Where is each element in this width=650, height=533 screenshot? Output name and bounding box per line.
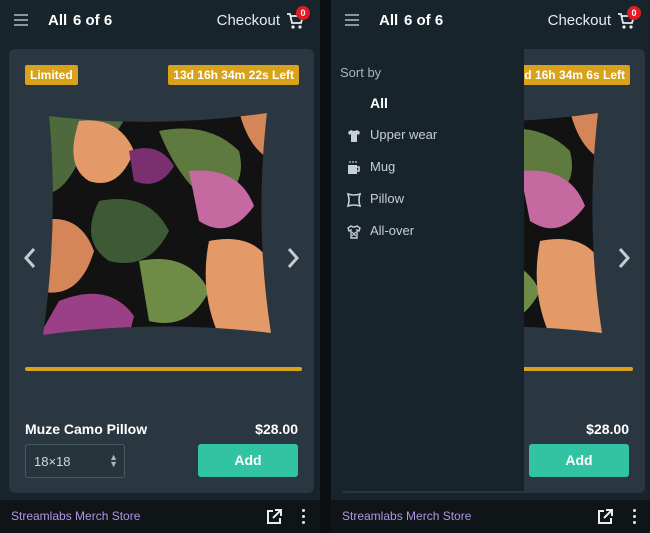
store-panel-left: All 6 of 6 Checkout 0 Limited 13d 16h 34…: [0, 0, 320, 533]
panel-divider: [320, 0, 331, 533]
size-select-value: 18×18: [34, 454, 71, 469]
sort-item-all[interactable]: All: [346, 93, 516, 115]
add-to-cart-button[interactable]: Add: [198, 444, 298, 477]
timer-progress-bar: [25, 367, 302, 371]
item-count: 6 of 6: [404, 12, 444, 29]
countdown-badge: 3d 16h 34m 6s Left: [512, 65, 630, 85]
checkout-link[interactable]: Checkout: [217, 12, 280, 29]
sort-item-label: All: [370, 95, 388, 111]
next-image-arrow-icon[interactable]: [615, 246, 633, 270]
sort-drawer: Sort by All Upper wear Mug Pillow All-ov…: [331, 42, 524, 491]
footer-bar: Streamlabs Merch Store: [331, 500, 650, 533]
product-card: Limited 13d 16h 34m 22s Left Muze Camo P…: [9, 49, 314, 493]
hamburger-menu-icon[interactable]: [345, 14, 359, 26]
sort-item-pillow[interactable]: Pillow: [346, 189, 516, 211]
previous-image-arrow-icon[interactable]: [21, 246, 39, 270]
store-panel-right: All 6 of 6 Checkout 0 3d 16h 34m 6s Left: [331, 0, 650, 533]
external-link-icon[interactable]: [266, 509, 282, 525]
more-options-icon[interactable]: [300, 509, 306, 525]
checkout-link[interactable]: Checkout: [548, 12, 611, 29]
footer-bar: Streamlabs Merch Store: [0, 500, 320, 533]
mug-icon: [348, 161, 360, 174]
sort-item-label: Pillow: [370, 191, 404, 206]
next-image-arrow-icon[interactable]: [284, 246, 302, 270]
item-count: 6 of 6: [73, 12, 113, 29]
cart-count-badge: 0: [296, 6, 310, 20]
product-image: [43, 113, 271, 335]
top-bar: All 6 of 6 Checkout 0: [331, 0, 650, 42]
sort-item-label: Mug: [370, 159, 396, 174]
select-caret-icon: ▲ ▼: [109, 452, 118, 469]
product-name: Muze Camo Pillow: [25, 421, 148, 437]
allover-shirt-icon: [347, 225, 361, 239]
store-title-link[interactable]: Streamlabs Merch Store: [342, 509, 471, 523]
countdown-badge: 13d 16h 34m 22s Left: [168, 65, 299, 85]
product-price: $28.00: [255, 421, 298, 437]
sort-item-mug[interactable]: Mug: [346, 157, 516, 179]
category-title: All: [379, 12, 399, 29]
hamburger-menu-icon[interactable]: [14, 14, 28, 26]
more-options-icon[interactable]: [631, 509, 637, 525]
sort-item-all-over[interactable]: All-over: [346, 221, 516, 243]
limited-badge: Limited: [25, 65, 78, 85]
sort-item-label: All-over: [370, 223, 415, 238]
product-price: $28.00: [586, 421, 629, 437]
top-bar: All 6 of 6 Checkout 0: [0, 0, 320, 42]
category-title: All: [48, 12, 68, 29]
add-to-cart-button[interactable]: Add: [529, 444, 629, 477]
external-link-icon[interactable]: [597, 509, 613, 525]
sort-by-label: Sort by: [340, 65, 382, 80]
size-select[interactable]: 18×18 ▲ ▼: [25, 444, 125, 478]
store-title-link[interactable]: Streamlabs Merch Store: [11, 509, 140, 523]
sort-item-upper-wear[interactable]: Upper wear: [346, 125, 516, 147]
cart-count-badge: 0: [627, 6, 641, 20]
sort-item-label: Upper wear: [370, 127, 438, 142]
tshirt-icon: [348, 130, 360, 142]
pillow-icon: [346, 192, 362, 208]
